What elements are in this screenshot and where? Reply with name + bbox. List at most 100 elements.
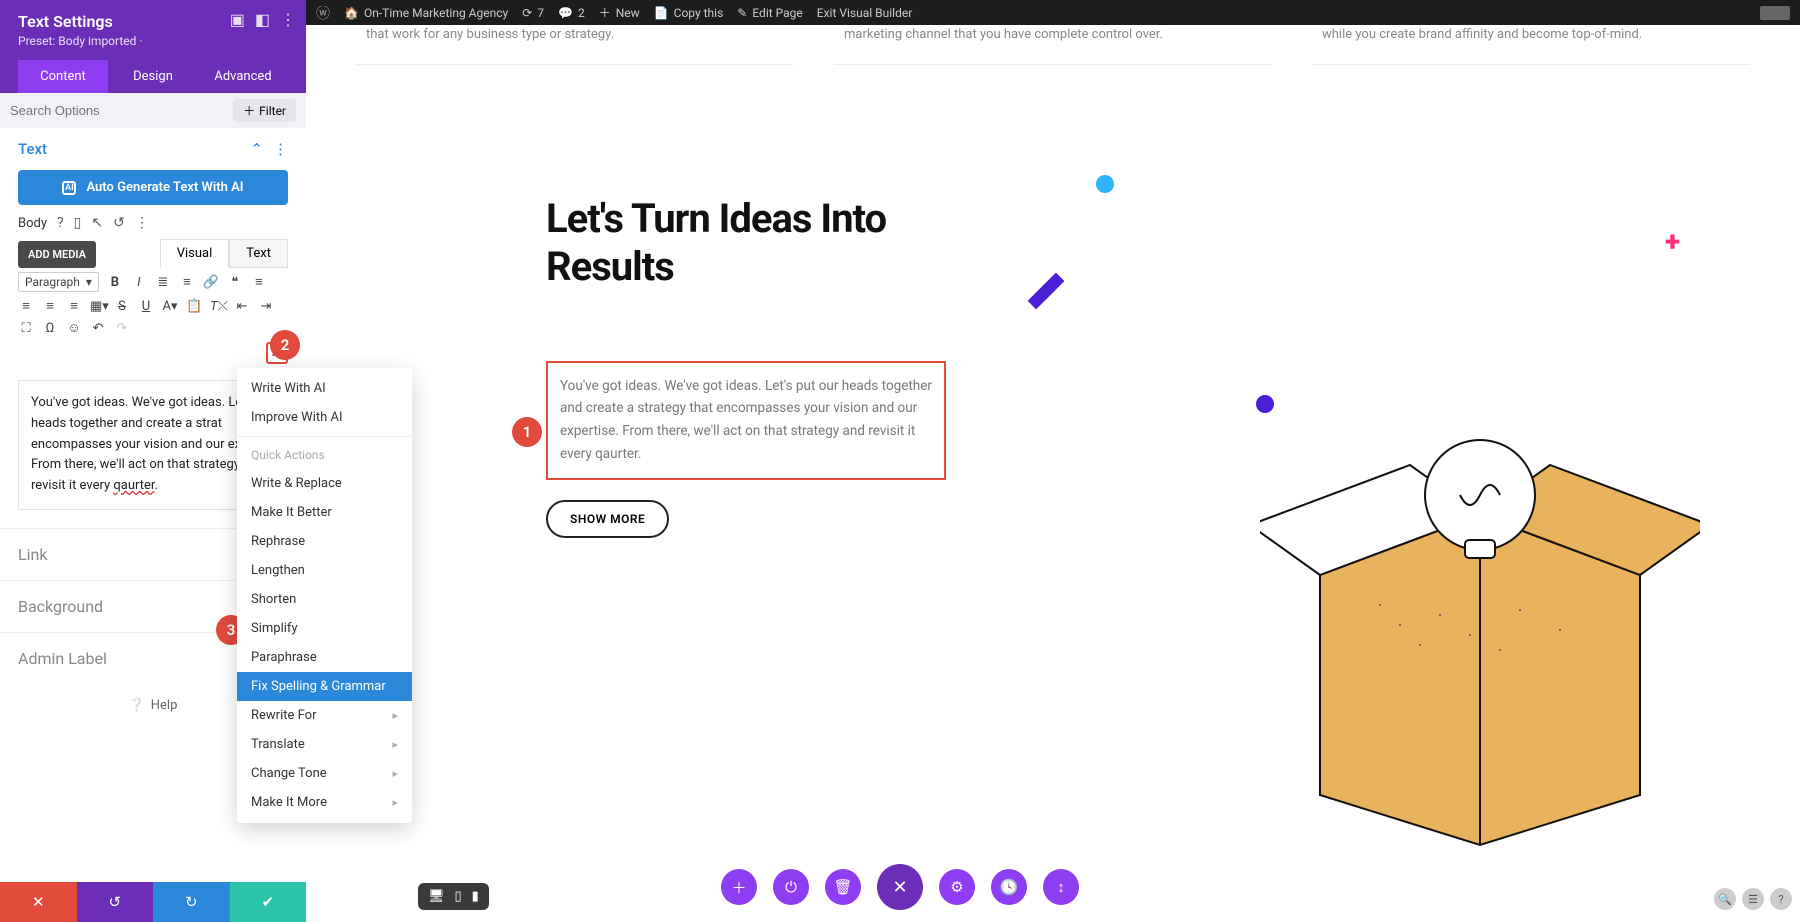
omega-icon[interactable]: Ω [42, 321, 58, 336]
wp-logo-icon[interactable]: ⓦ [316, 3, 330, 23]
menu-item-paraphrase[interactable]: Paraphrase [237, 643, 412, 672]
updates[interactable]: ⟳7 [522, 6, 544, 20]
bottom-right-tools: 🔍 ☰ ? [1714, 888, 1792, 910]
layers-icon[interactable]: ☰ [1742, 888, 1764, 910]
history-button[interactable]: 🕓 [991, 869, 1027, 905]
editor-tab-visual[interactable]: Visual [160, 239, 230, 268]
phone-icon[interactable]: ▮ [472, 889, 479, 904]
table-icon[interactable]: ▦▾ [90, 299, 106, 314]
bold-icon[interactable]: B [107, 275, 123, 290]
section-text-header[interactable]: Text ⌃⋮ [0, 128, 306, 164]
auto-generate-ai-button[interactable]: AI Auto Generate Text With AI [18, 170, 288, 205]
settings-button[interactable]: ⚙ [939, 869, 975, 905]
align-justify-icon[interactable]: ≡ [66, 298, 82, 314]
strike-icon[interactable]: S [114, 299, 130, 314]
menu-item-translate[interactable]: Translate▸ [237, 730, 412, 759]
emoji-icon[interactable]: ☺ [66, 320, 82, 336]
swap-button[interactable]: ↕ [1043, 869, 1079, 905]
kebab-icon[interactable]: ⋮ [135, 215, 149, 231]
text-color-icon[interactable]: A▾ [162, 299, 178, 314]
help-icon[interactable]: ? [1770, 888, 1792, 910]
filter-button[interactable]: ＋Filter [233, 99, 296, 122]
underline-icon[interactable]: U [138, 299, 154, 314]
discard-button[interactable]: ✕ [0, 882, 77, 922]
numbered-list-icon[interactable]: ≡ [179, 274, 195, 290]
redo-icon[interactable]: ↷ [114, 321, 130, 336]
card-text: while you create brand affinity and beco… [1322, 27, 1642, 42]
menu-item-write-replace[interactable]: Write & Replace [237, 469, 412, 498]
fullscreen-icon[interactable]: ⛶ [18, 321, 34, 336]
callout-1: 1 [512, 417, 542, 447]
chevron-down-icon: ▾ [86, 275, 92, 289]
search-icon[interactable]: 🔍 [1714, 888, 1736, 910]
link-icon[interactable]: 🔗 [203, 275, 219, 290]
hero-paragraph[interactable]: You've got ideas. We've got ideas. Let's… [546, 361, 946, 481]
trash-button[interactable]: 🗑 [825, 869, 861, 905]
chevron-up-icon[interactable]: ⌃ [250, 140, 263, 158]
align-left-icon[interactable]: ≡ [251, 274, 267, 290]
tab-content[interactable]: Content [18, 60, 108, 93]
close-button[interactable]: ✕ [877, 864, 923, 910]
add-button[interactable]: ＋ [721, 869, 757, 905]
paste-icon[interactable]: 📋 [186, 299, 202, 314]
italic-icon[interactable]: I [131, 275, 147, 290]
clear-format-icon[interactable]: T⤬ [210, 299, 226, 314]
device-preview-switch[interactable]: 🖥 ▯ ▮ [418, 883, 489, 910]
menu-item-change-tone[interactable]: Change Tone▸ [237, 759, 412, 788]
panel-bottom-actions: ✕ ↺ ↻ ✔ [0, 882, 306, 922]
tab-design[interactable]: Design [108, 60, 198, 93]
bullet-list-icon[interactable]: ≣ [155, 275, 171, 290]
comment-icon: 💬 [558, 6, 573, 20]
copy-icon: 📄 [654, 6, 669, 20]
menu-item-make-it-better[interactable]: Make It Better [237, 498, 412, 527]
menu-item-rewrite-for[interactable]: Rewrite For▸ [237, 701, 412, 730]
menu-item-simplify[interactable]: Simplify [237, 614, 412, 643]
menu-improve-with-ai[interactable]: Improve With AI [237, 403, 412, 432]
menu-item-fix-spelling-grammar[interactable]: Fix Spelling & Grammar [237, 672, 412, 701]
tablet-icon[interactable]: ▯ [455, 889, 462, 904]
paragraph-select[interactable]: Paragraph▾ [18, 272, 99, 292]
tablet-icon[interactable]: ▯ [74, 215, 82, 231]
new-content[interactable]: ＋New [599, 4, 640, 21]
indent-right-icon[interactable]: ⇥ [258, 299, 274, 314]
exit-visual-builder[interactable]: Exit Visual Builder [817, 6, 913, 20]
search-input[interactable] [10, 103, 225, 118]
site-name[interactable]: 🏠 On-Time Marketing Agency [344, 6, 508, 20]
comments[interactable]: 💬2 [558, 6, 585, 20]
callout-2: 2 [270, 330, 300, 360]
hover-icon[interactable]: ↖ [91, 215, 103, 231]
user-avatar[interactable] [1760, 6, 1790, 20]
wp-admin-bar: ⓦ 🏠 On-Time Marketing Agency ⟳7 💬2 ＋New … [306, 0, 1800, 25]
show-more-button[interactable]: SHOW MORE [546, 500, 669, 538]
reset-icon[interactable]: ↺ [113, 215, 125, 231]
quote-icon[interactable]: ❝ [227, 275, 243, 290]
card-snippet: while you create brand affinity and beco… [1312, 25, 1750, 65]
menu-item-rephrase[interactable]: Rephrase [237, 527, 412, 556]
power-button[interactable]: ⏻ [773, 869, 809, 905]
help-icon[interactable]: ? [57, 215, 64, 231]
kebab-icon[interactable]: ⋮ [280, 10, 296, 29]
desktop-icon[interactable]: 🖥 [428, 889, 445, 904]
undo-button[interactable]: ↺ [77, 882, 154, 922]
editor-tab-text[interactable]: Text [229, 239, 288, 268]
align-center-icon[interactable]: ≡ [18, 298, 34, 314]
dock-icon[interactable]: ◧ [255, 10, 270, 29]
redo-button[interactable]: ↻ [153, 882, 230, 922]
filter-label: Filter [259, 104, 286, 118]
editor-text-end: . [154, 478, 157, 493]
add-media-button[interactable]: ADD MEDIA [18, 241, 96, 268]
menu-item-lengthen[interactable]: Lengthen [237, 556, 412, 585]
align-right-icon[interactable]: ≡ [42, 298, 58, 314]
undo-icon[interactable]: ↶ [90, 321, 106, 336]
menu-item-make-it-more[interactable]: Make It More▸ [237, 788, 412, 817]
kebab-icon[interactable]: ⋮ [273, 140, 288, 158]
expand-icon[interactable]: ▣ [230, 10, 245, 29]
comments-count: 2 [578, 6, 585, 20]
tab-advanced[interactable]: Advanced [198, 60, 288, 93]
menu-item-shorten[interactable]: Shorten [237, 585, 412, 614]
save-button[interactable]: ✔ [230, 882, 307, 922]
indent-left-icon[interactable]: ⇤ [234, 299, 250, 314]
menu-write-with-ai[interactable]: Write With AI [237, 374, 412, 403]
edit-page[interactable]: ✎Edit Page [737, 6, 803, 20]
copy-this[interactable]: 📄Copy this [654, 6, 724, 20]
